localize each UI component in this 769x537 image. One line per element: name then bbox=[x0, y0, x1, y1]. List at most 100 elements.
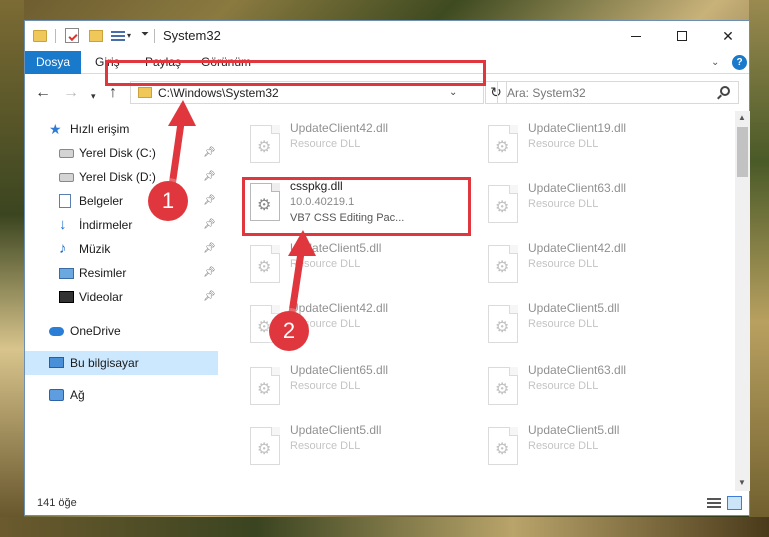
sidebar-item-label: OneDrive bbox=[70, 324, 121, 338]
file-item[interactable]: UpdateClient5.dll Resource DLL bbox=[478, 301, 708, 357]
file-name: UpdateClient42.dll bbox=[290, 121, 389, 135]
close-button[interactable]: ✕ bbox=[705, 21, 751, 51]
recent-locations-icon[interactable]: ▾ bbox=[91, 88, 96, 104]
dll-file-icon bbox=[488, 185, 518, 223]
file-description: Resource DLL bbox=[528, 198, 599, 210]
file-item[interactable]: UpdateClient63.dll Resource DLL bbox=[478, 181, 708, 237]
chevron-down-icon[interactable]: ▾ bbox=[127, 31, 131, 47]
pin-icon[interactable]: 📌︎ bbox=[203, 291, 216, 302]
sidebar-item-label: Videolar bbox=[79, 290, 123, 304]
title-bar: ▾ ⏷ System32 ✕ bbox=[25, 21, 749, 51]
sidebar-item-label: Müzik bbox=[79, 242, 111, 256]
file-item[interactable]: UpdateClient5.dll Resource DLL bbox=[240, 423, 470, 479]
pin-icon[interactable]: 📌︎ bbox=[203, 219, 216, 230]
expand-ribbon-icon[interactable]: ⌄ bbox=[711, 57, 719, 68]
minimize-icon bbox=[631, 35, 641, 37]
network-icon bbox=[49, 389, 64, 401]
sidebar-item-label: Ağ bbox=[70, 388, 85, 402]
details-view-icon[interactable] bbox=[707, 498, 721, 509]
dll-file-icon bbox=[488, 245, 518, 283]
sidebar-item-videos[interactable]: Videolar 📌︎ bbox=[25, 285, 218, 309]
desktop-background bbox=[749, 0, 769, 537]
sidebar-item-downloads[interactable]: ↓ İndirmeler 📌︎ bbox=[25, 213, 218, 237]
dll-file-icon bbox=[250, 427, 280, 465]
file-item[interactable]: UpdateClient65.dll Resource DLL bbox=[240, 363, 470, 419]
music-icon: ♪ bbox=[59, 240, 67, 257]
file-name: UpdateClient42.dll bbox=[528, 241, 627, 255]
maximize-button[interactable] bbox=[659, 21, 705, 51]
file-name: UpdateClient63.dll bbox=[528, 363, 627, 377]
sidebar-item-network[interactable]: Ağ bbox=[25, 383, 218, 407]
scroll-up-icon[interactable]: ▲ bbox=[738, 113, 746, 122]
dll-file-icon bbox=[488, 125, 518, 163]
file-name: UpdateClient5.dll bbox=[528, 301, 620, 315]
search-icon[interactable] bbox=[720, 86, 730, 96]
this-pc-icon bbox=[49, 357, 64, 368]
file-item[interactable]: UpdateClient5.dll Resource DLL bbox=[478, 423, 708, 479]
quick-access-star-icon: ★ bbox=[49, 121, 62, 137]
sidebar-item-this-pc[interactable]: Bu bilgisayar bbox=[25, 351, 218, 375]
file-description: Resource DLL bbox=[290, 380, 361, 392]
file-description: Resource DLL bbox=[290, 138, 361, 150]
search-placeholder: Ara: System32 bbox=[507, 86, 586, 100]
sidebar-item-label: Resimler bbox=[79, 266, 127, 280]
sidebar-item-pictures[interactable]: Resimler 📌︎ bbox=[25, 261, 218, 285]
status-bar: 141 öğe bbox=[25, 491, 749, 515]
sidebar-item-label: İndirmeler bbox=[79, 218, 133, 232]
maximize-icon bbox=[677, 31, 687, 41]
step-badge-2: 2 bbox=[269, 311, 309, 351]
pictures-icon bbox=[59, 268, 74, 279]
scrollbar-thumb[interactable] bbox=[737, 127, 748, 177]
window-title: System32 bbox=[163, 28, 221, 43]
drive-icon bbox=[59, 149, 74, 158]
file-description: Resource DLL bbox=[528, 318, 599, 330]
close-icon: ✕ bbox=[722, 27, 734, 44]
dll-file-icon bbox=[488, 367, 518, 405]
chevron-down-icon[interactable]: ⌄ bbox=[449, 87, 457, 98]
search-input[interactable]: Ara: System32 bbox=[497, 81, 739, 104]
scroll-down-icon[interactable]: ▼ bbox=[738, 478, 746, 487]
file-item[interactable]: UpdateClient42.dll Resource DLL bbox=[478, 241, 708, 297]
dll-file-icon bbox=[488, 305, 518, 343]
divider bbox=[154, 29, 155, 43]
new-folder-icon[interactable] bbox=[89, 30, 103, 42]
file-description: Resource DLL bbox=[528, 440, 599, 452]
file-name: UpdateClient5.dll bbox=[528, 423, 620, 437]
divider bbox=[55, 29, 56, 43]
item-count: 141 öğe bbox=[37, 497, 77, 509]
dll-file-icon bbox=[250, 367, 280, 405]
step-badge-1: 1 bbox=[148, 181, 188, 221]
back-arrow-icon[interactable]: ← bbox=[35, 85, 51, 101]
view-list-icon[interactable] bbox=[111, 29, 125, 42]
forward-arrow-icon[interactable]: → bbox=[63, 85, 79, 101]
sidebar-item-label: Yerel Disk (C:) bbox=[79, 146, 156, 160]
onedrive-icon bbox=[49, 327, 64, 336]
minimize-button[interactable] bbox=[613, 21, 659, 51]
sidebar-item-label: Yerel Disk (D:) bbox=[79, 170, 156, 184]
up-arrow-icon[interactable]: ↑ bbox=[109, 85, 117, 101]
file-name: UpdateClient63.dll bbox=[528, 181, 627, 195]
file-item[interactable]: UpdateClient63.dll Resource DLL bbox=[478, 363, 708, 419]
vertical-scrollbar[interactable]: ▲ ▼ bbox=[735, 111, 750, 491]
tiles-view-icon[interactable] bbox=[727, 496, 742, 510]
help-icon[interactable]: ? bbox=[732, 55, 747, 70]
pin-icon[interactable]: 📌︎ bbox=[203, 267, 216, 278]
address-highlight-box bbox=[105, 60, 486, 86]
file-item[interactable]: UpdateClient42.dll Resource DLL bbox=[240, 121, 470, 177]
sidebar-item-onedrive[interactable]: OneDrive bbox=[25, 319, 218, 343]
pin-icon[interactable]: 📌︎ bbox=[203, 243, 216, 254]
documents-icon bbox=[59, 194, 71, 208]
customize-toolbar-icon[interactable]: ⏷ bbox=[141, 29, 149, 45]
file-description: Resource DLL bbox=[528, 138, 599, 150]
sidebar-item-music[interactable]: ♪ Müzik 📌︎ bbox=[25, 237, 218, 261]
file-description: Resource DLL bbox=[290, 440, 361, 452]
file-item[interactable]: UpdateClient19.dll Resource DLL bbox=[478, 121, 708, 177]
folder-icon bbox=[33, 30, 47, 42]
tab-file[interactable]: Dosya bbox=[25, 51, 81, 74]
drive-icon bbox=[59, 173, 74, 182]
file-name: UpdateClient19.dll bbox=[528, 121, 627, 135]
desktop-background bbox=[0, 0, 24, 537]
file-name: UpdateClient5.dll bbox=[290, 423, 382, 437]
file-explorer-window: ▾ ⏷ System32 ✕ Dosya Giriş Paylaş Görünü… bbox=[24, 20, 750, 516]
properties-icon[interactable] bbox=[65, 28, 79, 43]
